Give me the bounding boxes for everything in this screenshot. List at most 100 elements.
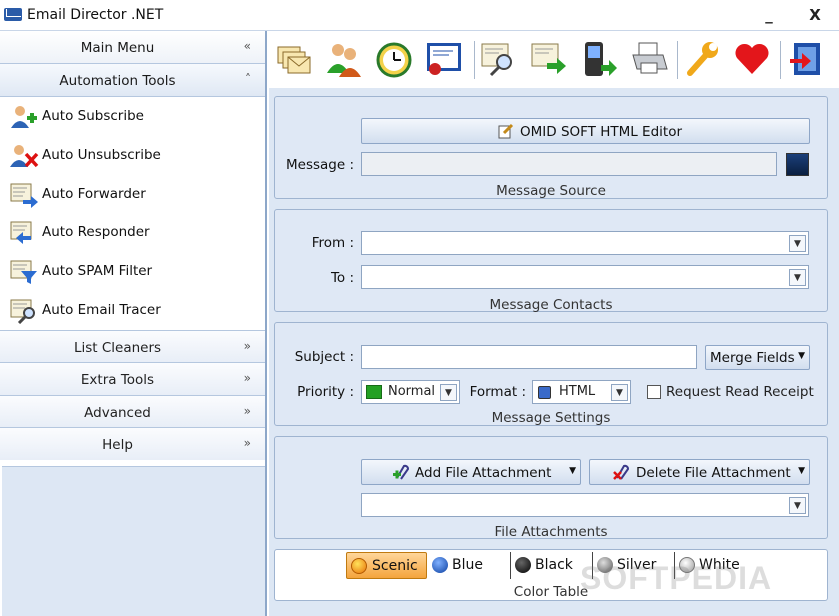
merge-fields-button[interactable]: Merge Fields ▼ xyxy=(705,345,810,370)
html-editor-button[interactable]: OMID SOFT HTML Editor xyxy=(361,118,810,144)
collapse-left-icon[interactable]: « xyxy=(244,39,251,53)
color-option-blue[interactable]: Blue xyxy=(428,552,506,579)
extra-tools-label: Extra Tools xyxy=(80,372,155,389)
schedule-icon[interactable] xyxy=(374,39,414,79)
subject-label: Subject : xyxy=(294,349,354,365)
delete-attachment-button[interactable]: Delete File Attachment ▼ xyxy=(589,459,810,485)
to-label: To : xyxy=(330,270,354,286)
add-attachment-label: Add File Attachment xyxy=(415,465,552,481)
chevron-down-icon: ▼ xyxy=(798,466,805,476)
extra-tools-section[interactable]: Extra Tools » xyxy=(0,362,265,395)
chevron-down-icon: » xyxy=(243,338,251,353)
help-label: Help xyxy=(102,437,133,454)
auto-forwarder-label: Auto Forwarder xyxy=(42,185,146,202)
from-combo[interactable]: ▼ xyxy=(361,231,809,255)
browse-message-button[interactable] xyxy=(786,153,809,176)
chevron-down-icon: » xyxy=(243,436,251,451)
advanced-label: Advanced xyxy=(84,404,151,421)
auto-forwarder-item[interactable]: Auto Forwarder xyxy=(0,175,265,214)
left-panel-empty-area xyxy=(2,466,265,616)
priority-label: Priority : xyxy=(297,384,354,400)
paperclip-add-icon xyxy=(393,464,409,480)
heart-icon[interactable] xyxy=(732,39,772,79)
chevron-down-icon[interactable]: ▼ xyxy=(440,384,457,401)
toolbar-separator xyxy=(474,41,475,79)
send-email-icon[interactable] xyxy=(529,39,569,79)
read-receipt-label: Request Read Receipt xyxy=(666,384,814,400)
toolbar-separator xyxy=(780,41,781,79)
advanced-section[interactable]: Advanced » xyxy=(0,394,265,428)
print-icon[interactable] xyxy=(629,39,669,79)
black-swatch-icon xyxy=(515,557,531,573)
message-label: Message : xyxy=(285,157,354,173)
color-option-black[interactable]: Black xyxy=(510,552,590,579)
exit-icon[interactable] xyxy=(786,39,826,79)
main-toolbar xyxy=(269,33,839,88)
html-format-icon xyxy=(538,386,551,399)
priority-select[interactable]: Normal ▼ xyxy=(361,380,460,404)
color-option-scenic[interactable]: Scenic xyxy=(346,552,427,579)
email-reply-icon xyxy=(10,221,32,245)
auto-spam-filter-label: Auto SPAM Filter xyxy=(42,263,153,280)
paperclip-delete-icon xyxy=(613,464,629,480)
main-menu-header[interactable]: Main Menu « xyxy=(0,31,265,64)
auto-responder-item[interactable]: Auto Responder xyxy=(0,213,265,252)
auto-spam-filter-item[interactable]: Auto SPAM Filter xyxy=(0,252,265,291)
list-cleaners-section[interactable]: List Cleaners » xyxy=(0,329,265,363)
subject-input[interactable] xyxy=(361,345,697,369)
edit-pencil-icon xyxy=(498,123,514,139)
auto-unsubscribe-item[interactable]: Auto Unsubscribe xyxy=(0,136,265,175)
auto-subscribe-item[interactable]: Auto Subscribe xyxy=(0,97,265,136)
auto-email-tracer-item[interactable]: Auto Email Tracer xyxy=(0,291,265,330)
html-editor-label: OMID SOFT HTML Editor xyxy=(520,124,683,140)
attachments-list[interactable]: ▼ xyxy=(361,493,809,517)
auto-responder-label: Auto Responder xyxy=(42,224,150,241)
chevron-down-icon[interactable]: ▼ xyxy=(789,269,806,286)
scenic-swatch-icon xyxy=(351,558,367,574)
message-source-title: Message Source xyxy=(496,183,606,199)
minimize-button[interactable]: _ xyxy=(758,5,780,25)
chevron-down-icon: ▼ xyxy=(569,466,576,476)
chevron-down-icon: ▼ xyxy=(798,351,805,361)
email-search-icon xyxy=(10,299,35,324)
help-section[interactable]: Help » xyxy=(0,427,265,460)
search-email-icon[interactable] xyxy=(479,39,519,79)
mobile-icon[interactable] xyxy=(579,39,619,79)
black-label: Black xyxy=(535,557,573,573)
main-menu-label: Main Menu xyxy=(80,40,155,56)
close-button[interactable]: X xyxy=(804,5,826,25)
emails-icon[interactable] xyxy=(274,39,314,79)
format-select[interactable]: HTML ▼ xyxy=(532,380,631,404)
settings-wrench-icon[interactable] xyxy=(682,39,722,79)
auto-unsubscribe-label: Auto Unsubscribe xyxy=(42,146,161,163)
title-bar: Email Director .NET _ X xyxy=(0,0,839,31)
message-contacts-title: Message Contacts xyxy=(489,297,613,313)
priority-color-icon xyxy=(366,385,382,399)
chevron-down-icon[interactable]: ▼ xyxy=(789,235,806,252)
to-combo[interactable]: ▼ xyxy=(361,265,809,289)
add-attachment-button[interactable]: Add File Attachment ▼ xyxy=(361,459,581,485)
email-forward-icon xyxy=(10,183,38,208)
merge-fields-label: Merge Fields xyxy=(710,350,795,366)
automation-tools-label: Automation Tools xyxy=(59,73,176,89)
left-navigation-panel: Main Menu « Automation Tools ˄ Auto Subs… xyxy=(0,31,267,616)
certificate-icon[interactable] xyxy=(424,39,464,79)
window-title: Email Director .NET xyxy=(27,7,164,23)
toolbar-separator xyxy=(677,41,678,79)
chevron-up-icon[interactable]: ˄ xyxy=(245,72,251,86)
email-app-icon xyxy=(4,8,22,21)
delete-attachment-label: Delete File Attachment xyxy=(636,465,791,481)
auto-subscribe-label: Auto Subscribe xyxy=(42,108,144,124)
list-cleaners-label: List Cleaners xyxy=(73,339,162,356)
chevron-down-icon: » xyxy=(243,371,251,386)
read-receipt-checkbox[interactable] xyxy=(647,385,661,399)
automation-tools-header[interactable]: Automation Tools ˄ xyxy=(0,64,265,97)
blue-swatch-icon xyxy=(432,557,448,573)
scenic-label: Scenic xyxy=(372,558,418,574)
user-add-icon xyxy=(11,106,37,128)
message-field[interactable] xyxy=(361,152,777,176)
users-icon[interactable] xyxy=(324,39,364,79)
watermark: SOFTPEDIA xyxy=(580,560,773,596)
chevron-down-icon[interactable]: ▼ xyxy=(611,384,628,401)
chevron-down-icon[interactable]: ▼ xyxy=(789,497,806,514)
